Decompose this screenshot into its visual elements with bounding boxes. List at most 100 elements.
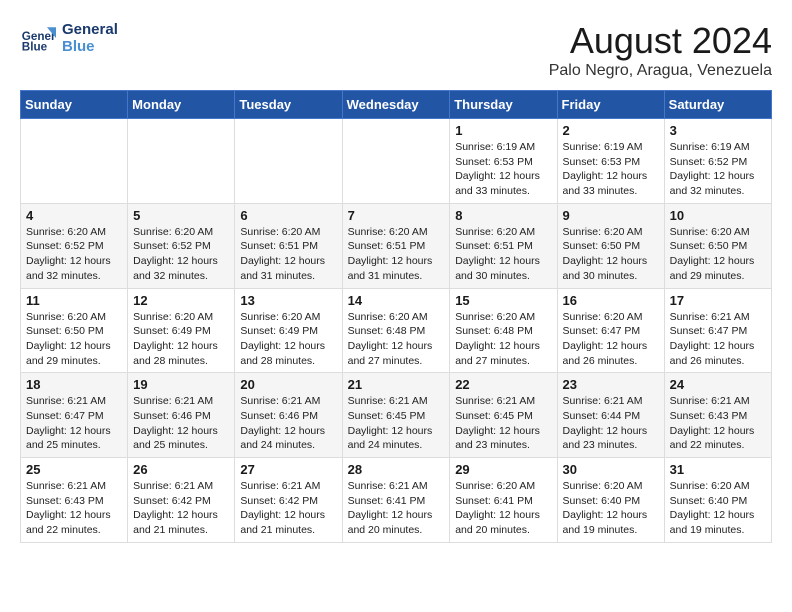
subtitle: Palo Negro, Aragua, Venezuela (549, 62, 772, 80)
day-number: 28 (348, 462, 445, 477)
day-info: Sunrise: 6:20 AM Sunset: 6:48 PM Dayligh… (455, 310, 551, 369)
day-number: 6 (240, 208, 336, 223)
day-number: 23 (563, 377, 659, 392)
day-number: 10 (670, 208, 766, 223)
day-number: 9 (563, 208, 659, 223)
day-cell: 10 Sunrise: 6:20 AM Sunset: 6:50 PM Dayli… (664, 203, 771, 288)
day-number: 21 (348, 377, 445, 392)
day-number: 14 (348, 293, 445, 308)
day-info: Sunrise: 6:20 AM Sunset: 6:52 PM Dayligh… (133, 225, 229, 284)
day-info: Sunrise: 6:21 AM Sunset: 6:45 PM Dayligh… (455, 394, 551, 453)
day-number: 20 (240, 377, 336, 392)
day-cell: 19Sunrise: 6:21 AM Sunset: 6:46 PM Dayli… (128, 373, 235, 458)
day-header-thursday: Thursday (450, 91, 557, 119)
day-cell: 5Sunrise: 6:20 AM Sunset: 6:52 PM Daylig… (128, 203, 235, 288)
day-cell (342, 119, 450, 204)
week-row-1: 1 Sunrise: 6:19 AM Sunset: 6:53 PM Daylig… (21, 119, 772, 204)
day-cell: 20 Sunrise: 6:21 AM Sunset: 6:46 PM Dayli… (235, 373, 342, 458)
day-number: 3 (670, 123, 766, 138)
day-number: 15 (455, 293, 551, 308)
day-cell: 1Sunrise: 6:19 AM Sunset: 6:53 PM Daylig… (450, 119, 557, 204)
day-number: 11 (26, 293, 122, 308)
day-info: Sunrise: 6:20 AM Sunset: 6:50 PM Dayligh… (670, 225, 766, 284)
day-number: 29 (455, 462, 551, 477)
day-cell: 28 Sunrise: 6:21 AM Sunset: 6:41 PM Dayli… (342, 458, 450, 543)
day-info: Sunrise: 6:20 AM Sunset: 6:49 PM Dayligh… (240, 310, 336, 369)
day-cell: 2 Sunrise: 6:19 AM Sunset: 6:53 PM Daylig… (557, 119, 664, 204)
day-info: Sunrise: 6:20 AM Sunset: 6:50 PM Dayligh… (563, 225, 659, 284)
day-cell: 26 Sunrise: 6:21 AM Sunset: 6:42 PM Dayli… (128, 458, 235, 543)
day-info: Sunrise: 6:20 AM Sunset: 6:49 PM Dayligh… (133, 310, 229, 369)
day-info: Sunrise: 6:19 AM Sunset: 6:52 PM Dayligh… (670, 140, 766, 199)
week-row-3: 11 Sunrise: 6:20 AM Sunset: 6:50 PM Dayli… (21, 288, 772, 373)
day-cell: 21 Sunrise: 6:21 AM Sunset: 6:45 PM Dayli… (342, 373, 450, 458)
day-cell: 15 Sunrise: 6:20 AM Sunset: 6:48 PM Dayli… (450, 288, 557, 373)
day-number: 17 (670, 293, 766, 308)
day-info: Sunrise: 6:21 AM Sunset: 6:46 PM Dayligh… (133, 394, 229, 453)
calendar-body: 1 Sunrise: 6:19 AM Sunset: 6:53 PM Daylig… (21, 119, 772, 543)
day-cell: 30Sunrise: 6:20 AM Sunset: 6:40 PM Dayli… (557, 458, 664, 543)
day-cell: 3 Sunrise: 6:19 AM Sunset: 6:52 PM Daylig… (664, 119, 771, 204)
day-info: Sunrise: 6:21 AM Sunset: 6:42 PM Dayligh… (240, 479, 336, 538)
day-info: Sunrise: 6:21 AM Sunset: 6:47 PM Dayligh… (670, 310, 766, 369)
day-number: 4 (26, 208, 122, 223)
week-row-5: 25 Sunrise: 6:21 AM Sunset: 6:43 PM Dayli… (21, 458, 772, 543)
day-cell: 12 Sunrise: 6:20 AM Sunset: 6:49 PM Dayli… (128, 288, 235, 373)
day-cell: 11 Sunrise: 6:20 AM Sunset: 6:50 PM Dayli… (21, 288, 128, 373)
day-info: Sunrise: 6:20 AM Sunset: 6:40 PM Dayligh… (563, 479, 659, 538)
day-info: Sunrise: 6:21 AM Sunset: 6:46 PM Dayligh… (240, 394, 336, 453)
day-cell (128, 119, 235, 204)
day-number: 27 (240, 462, 336, 477)
week-row-4: 18Sunrise: 6:21 AM Sunset: 6:47 PM Dayli… (21, 373, 772, 458)
day-cell: 16 Sunrise: 6:20 AM Sunset: 6:47 PM Dayli… (557, 288, 664, 373)
logo-icon: General Blue (20, 20, 56, 56)
day-number: 24 (670, 377, 766, 392)
day-number: 8 (455, 208, 551, 223)
day-number: 7 (348, 208, 445, 223)
day-number: 2 (563, 123, 659, 138)
day-number: 16 (563, 293, 659, 308)
day-info: Sunrise: 6:20 AM Sunset: 6:48 PM Dayligh… (348, 310, 445, 369)
logo: General Blue General Blue (20, 20, 118, 56)
day-info: Sunrise: 6:20 AM Sunset: 6:50 PM Dayligh… (26, 310, 122, 369)
day-cell: 24Sunrise: 6:21 AM Sunset: 6:43 PM Dayli… (664, 373, 771, 458)
day-info: Sunrise: 6:21 AM Sunset: 6:41 PM Dayligh… (348, 479, 445, 538)
day-number: 25 (26, 462, 122, 477)
day-info: Sunrise: 6:21 AM Sunset: 6:45 PM Dayligh… (348, 394, 445, 453)
day-info: Sunrise: 6:21 AM Sunset: 6:42 PM Dayligh… (133, 479, 229, 538)
day-header-friday: Friday (557, 91, 664, 119)
day-info: Sunrise: 6:19 AM Sunset: 6:53 PM Dayligh… (563, 140, 659, 199)
day-header-saturday: Saturday (664, 91, 771, 119)
header: General Blue General Blue August 2024 Pa… (20, 20, 772, 80)
day-cell: 8Sunrise: 6:20 AM Sunset: 6:51 PM Daylig… (450, 203, 557, 288)
day-number: 13 (240, 293, 336, 308)
week-row-2: 4 Sunrise: 6:20 AM Sunset: 6:52 PM Daylig… (21, 203, 772, 288)
calendar: SundayMondayTuesdayWednesdayThursdayFrid… (20, 90, 772, 543)
day-cell: 9 Sunrise: 6:20 AM Sunset: 6:50 PM Daylig… (557, 203, 664, 288)
calendar-header: SundayMondayTuesdayWednesdayThursdayFrid… (21, 91, 772, 119)
day-cell: 31Sunrise: 6:20 AM Sunset: 6:40 PM Dayli… (664, 458, 771, 543)
title-area: August 2024 Palo Negro, Aragua, Venezuel… (549, 20, 772, 80)
day-number: 26 (133, 462, 229, 477)
day-number: 12 (133, 293, 229, 308)
logo-line2: Blue (62, 38, 118, 55)
day-cell (235, 119, 342, 204)
day-header-wednesday: Wednesday (342, 91, 450, 119)
day-info: Sunrise: 6:20 AM Sunset: 6:40 PM Dayligh… (670, 479, 766, 538)
day-number: 1 (455, 123, 551, 138)
main-title: August 2024 (549, 20, 772, 62)
day-header-row: SundayMondayTuesdayWednesdayThursdayFrid… (21, 91, 772, 119)
day-info: Sunrise: 6:21 AM Sunset: 6:43 PM Dayligh… (26, 479, 122, 538)
day-cell: 25 Sunrise: 6:21 AM Sunset: 6:43 PM Dayli… (21, 458, 128, 543)
day-cell: 22Sunrise: 6:21 AM Sunset: 6:45 PM Dayli… (450, 373, 557, 458)
day-cell: 18Sunrise: 6:21 AM Sunset: 6:47 PM Dayli… (21, 373, 128, 458)
day-info: Sunrise: 6:20 AM Sunset: 6:52 PM Dayligh… (26, 225, 122, 284)
day-cell: 6Sunrise: 6:20 AM Sunset: 6:51 PM Daylig… (235, 203, 342, 288)
day-cell: 13 Sunrise: 6:20 AM Sunset: 6:49 PM Dayli… (235, 288, 342, 373)
day-cell: 23Sunrise: 6:21 AM Sunset: 6:44 PM Dayli… (557, 373, 664, 458)
day-info: Sunrise: 6:20 AM Sunset: 6:47 PM Dayligh… (563, 310, 659, 369)
day-cell (21, 119, 128, 204)
day-cell: 27 Sunrise: 6:21 AM Sunset: 6:42 PM Dayli… (235, 458, 342, 543)
day-cell: 4 Sunrise: 6:20 AM Sunset: 6:52 PM Daylig… (21, 203, 128, 288)
day-header-sunday: Sunday (21, 91, 128, 119)
